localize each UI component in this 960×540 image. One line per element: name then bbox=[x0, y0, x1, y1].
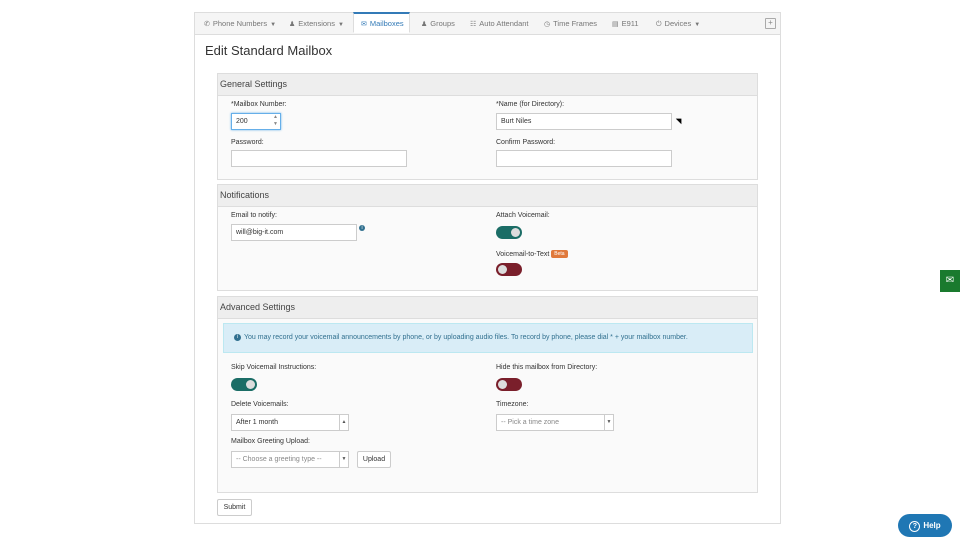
question-icon: ? bbox=[909, 521, 921, 532]
password-input[interactable] bbox=[231, 150, 407, 167]
skip-instructions-label: Skip Voicemail Instructions: bbox=[231, 364, 317, 371]
name-input[interactable]: Burt Niles bbox=[496, 113, 672, 130]
toggle-knob bbox=[246, 380, 255, 389]
name-label: *Name (for Directory): bbox=[496, 101, 565, 108]
confirm-password-label: Confirm Password: bbox=[496, 139, 556, 146]
hide-directory-toggle[interactable] bbox=[496, 378, 522, 391]
top-tab-bar: ✆ Phone Numbers ▼ ♟ Extensions ▼ ✉ Mailboxes … bbox=[195, 12, 780, 35]
advanced-settings-panel: Advanced Settings i You may record your v… bbox=[217, 296, 758, 493]
notifications-heading: Notifications bbox=[218, 185, 757, 207]
skip-instructions-toggle[interactable] bbox=[231, 378, 257, 391]
toggle-knob bbox=[498, 265, 507, 274]
users-icon: ♟ bbox=[421, 21, 428, 28]
tab-time-frames[interactable]: ◷ Time Frames bbox=[544, 13, 597, 34]
email-input[interactable]: will@big-it.com bbox=[231, 224, 357, 241]
mailbox-editor-window: ✆ Phone Numbers ▼ ♟ Extensions ▼ ✉ Mailboxes … bbox=[194, 12, 781, 524]
confirm-password-input[interactable] bbox=[496, 150, 672, 167]
mailbox-number-input[interactable]: 200 ▲ ▼ bbox=[231, 113, 281, 130]
general-settings-panel: General Settings *Mailbox Number: 200 ▲ ▼ … bbox=[217, 73, 758, 180]
chevron-down-icon: ▼ bbox=[270, 22, 277, 28]
general-settings-heading: General Settings bbox=[218, 74, 757, 96]
toggle-knob bbox=[511, 228, 520, 237]
beta-badge: Beta bbox=[551, 250, 568, 258]
notifications-panel: Notifications Email to notify: will@big-… bbox=[217, 184, 758, 291]
info-icon[interactable]: i bbox=[359, 225, 365, 231]
advanced-settings-heading: Advanced Settings bbox=[218, 297, 757, 319]
delete-voicemails-select[interactable]: After 1 month ▲ bbox=[231, 414, 349, 431]
tab-extensions[interactable]: ♟ Extensions ▼ bbox=[289, 13, 344, 34]
email-label: Email to notify: bbox=[231, 212, 277, 219]
attach-voicemail-toggle[interactable] bbox=[496, 226, 522, 239]
password-label: Password: bbox=[231, 139, 264, 146]
toggle-knob bbox=[498, 380, 507, 389]
voicemail-to-text-toggle[interactable] bbox=[496, 263, 522, 276]
tab-e911[interactable]: ▤ E911 bbox=[612, 13, 639, 34]
tab-mailboxes[interactable]: ✉ Mailboxes bbox=[353, 12, 410, 33]
document-icon: ▤ bbox=[612, 21, 619, 28]
voicemail-to-text-label: Voicemail-to-Text Beta bbox=[496, 250, 568, 258]
timezone-label: Timezone: bbox=[496, 401, 529, 408]
page-title: Edit Standard Mailbox bbox=[205, 43, 333, 58]
chevron-down-icon: ▼ bbox=[337, 22, 344, 28]
users-icon: ♟ bbox=[289, 21, 296, 28]
chat-widget-icon[interactable]: ✉ bbox=[940, 270, 960, 292]
chevron-down-icon: ▼ bbox=[339, 452, 348, 467]
tab-groups[interactable]: ♟ Groups bbox=[421, 13, 455, 34]
sitemap-icon: ☷ bbox=[470, 21, 477, 28]
power-icon: ⏻ bbox=[656, 21, 662, 28]
greeting-type-select[interactable]: -- Choose a greeting type -- ▼ bbox=[231, 451, 349, 468]
upload-button[interactable]: Upload bbox=[357, 451, 391, 468]
tab-auto-attendant[interactable]: ☷ Auto Attendant bbox=[470, 13, 529, 34]
envelope-icon: ✉ bbox=[361, 21, 367, 28]
chevron-down-icon: ▼ bbox=[694, 22, 701, 28]
phone-icon: ✆ bbox=[204, 21, 210, 28]
expand-icon[interactable]: + bbox=[765, 18, 776, 29]
help-button[interactable]: ? Help bbox=[898, 514, 952, 537]
chevron-down-icon: ▼ bbox=[604, 415, 613, 430]
mailbox-number-label: *Mailbox Number: bbox=[231, 101, 287, 108]
timezone-select[interactable]: -- Pick a time zone ▼ bbox=[496, 414, 614, 431]
clock-icon: ◷ bbox=[544, 21, 551, 28]
attach-voicemail-label: Attach Voicemail: bbox=[496, 212, 550, 219]
stepper-icon[interactable]: ▲ ▼ bbox=[273, 114, 278, 128]
hide-directory-label: Hide this mailbox from Directory: bbox=[496, 364, 598, 371]
info-circle-icon: i bbox=[234, 333, 241, 341]
tab-phone-numbers[interactable]: ✆ Phone Numbers ▼ bbox=[204, 13, 276, 34]
greeting-upload-label: Mailbox Greeting Upload: bbox=[231, 438, 310, 445]
delete-voicemails-label: Delete Voicemails: bbox=[231, 401, 289, 408]
info-alert: i You may record your voicemail announcem… bbox=[223, 323, 753, 353]
submit-button[interactable]: Submit bbox=[217, 499, 252, 516]
chevron-down-icon: ▲ bbox=[339, 415, 348, 430]
tab-devices[interactable]: ⏻ Devices ▼ bbox=[656, 13, 700, 34]
